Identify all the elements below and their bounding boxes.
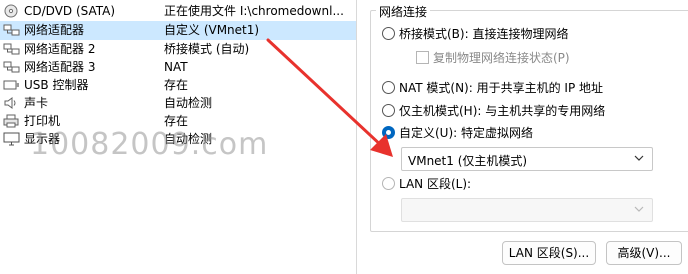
lan-segment-radio[interactable] xyxy=(382,177,395,190)
bridged-label: 桥接模式(B): 直接连接物理网络 xyxy=(399,27,569,41)
lan-segments-button[interactable]: LAN 区段(S)... xyxy=(502,241,596,265)
cd-dvd-icon xyxy=(4,4,18,18)
hardware-row-cdrom[interactable]: CD/DVD (SATA) 正在使用文件 I:\chromedownl... xyxy=(0,2,356,21)
advanced-button[interactable]: 高级(V)... xyxy=(606,241,682,265)
hardware-row-usb-controller[interactable]: USB 控制器 存在 xyxy=(0,76,356,95)
hardware-summary: 自动检测 xyxy=(164,96,213,110)
replicate-label: 复制物理网络连接状态(P) xyxy=(433,51,570,65)
hostonly-radio[interactable] xyxy=(382,104,395,117)
nat-label: NAT 模式(N): 用于共享主机的 IP 地址 xyxy=(399,81,604,95)
hardware-summary: 正在使用文件 I:\chromedownl... xyxy=(164,4,344,18)
hostonly-label: 仅主机模式(H): 与主机共享的专用网络 xyxy=(399,104,606,118)
hardware-name: 声卡 xyxy=(24,96,49,110)
hardware-name: 网络适配器 2 xyxy=(24,42,96,56)
hardware-name: 网络适配器 3 xyxy=(24,60,96,74)
custom-radio[interactable] xyxy=(382,126,395,139)
lan-segment-select[interactable] xyxy=(401,198,653,222)
hardware-row-network-adapter[interactable]: 网络适配器 自定义 (VMnet1) xyxy=(0,21,356,40)
chevron-down-icon xyxy=(634,155,644,161)
chevron-down-icon xyxy=(634,206,644,212)
watermark: 10082009.com xyxy=(30,127,269,162)
hardware-summary: 桥接模式 (自动) xyxy=(164,42,250,56)
hardware-summary: 自定义 (VMnet1) xyxy=(164,23,260,37)
network-adapter-icon xyxy=(3,43,20,55)
hardware-name: CD/DVD (SATA) xyxy=(24,4,116,18)
custom-network-select[interactable]: VMnet1 (仅主机模式) xyxy=(401,147,653,171)
group-title: 网络连接 xyxy=(376,3,431,20)
hardware-summary: 存在 xyxy=(164,78,189,92)
usb-controller-icon xyxy=(3,80,19,90)
hardware-summary: NAT xyxy=(164,60,188,74)
display-icon xyxy=(3,132,20,146)
sound-card-icon xyxy=(4,97,16,109)
replicate-checkbox[interactable] xyxy=(416,51,429,64)
hardware-name: USB 控制器 xyxy=(24,78,89,92)
nat-radio[interactable] xyxy=(382,81,395,94)
lan-segment-label: LAN 区段(L): xyxy=(399,177,472,191)
hardware-row-sound-card[interactable]: 声卡 自动检测 xyxy=(0,94,356,113)
hardware-row-network-adapter-2[interactable]: 网络适配器 2 桥接模式 (自动) xyxy=(0,40,356,59)
custom-network-value: VMnet1 (仅主机模式) xyxy=(408,154,528,168)
custom-label: 自定义(U): 特定虚拟网络 xyxy=(399,126,534,140)
printer-icon xyxy=(3,114,19,128)
hardware-row-network-adapter-3[interactable]: 网络适配器 3 NAT xyxy=(0,58,356,77)
network-adapter-icon xyxy=(3,24,20,36)
network-adapter-icon xyxy=(3,61,20,73)
hardware-name: 网络适配器 xyxy=(24,23,85,37)
bridged-radio[interactable] xyxy=(382,27,395,40)
